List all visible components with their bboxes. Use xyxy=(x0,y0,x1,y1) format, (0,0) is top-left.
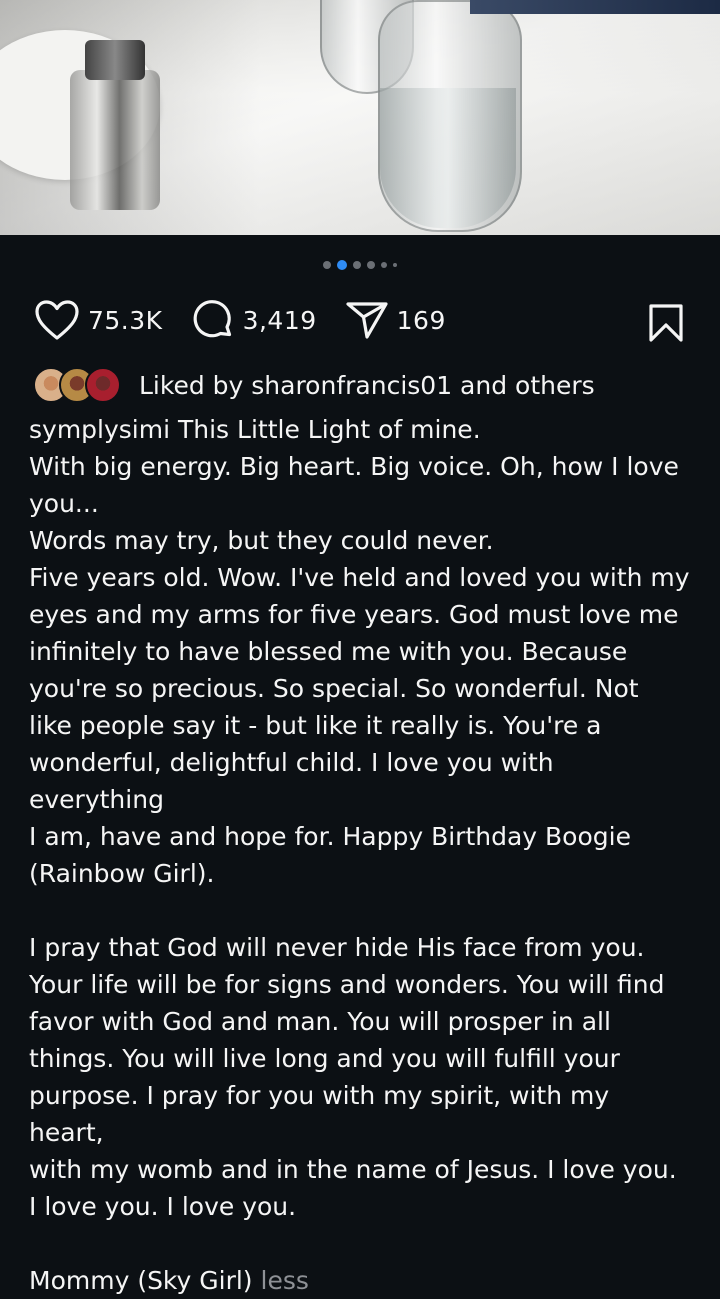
carousel-dot xyxy=(367,261,375,269)
like-count[interactable]: 75.3K xyxy=(88,306,163,335)
comment-count[interactable]: 3,419 xyxy=(243,306,317,335)
action-bar: 75.3K 3,419 169 xyxy=(0,295,720,345)
post-caption: symplysimi This Little Light of mine. Wi… xyxy=(0,403,720,1299)
comment-icon xyxy=(193,300,231,338)
avatar xyxy=(85,367,121,403)
liker-avatars xyxy=(33,367,121,403)
caption-line: I am, have and hope for. Happy Birthday … xyxy=(29,822,631,851)
carousel-dot xyxy=(381,262,387,268)
caption-line: (Rainbow Girl). xyxy=(29,859,215,888)
caption-line: you're so precious. So special. So wonde… xyxy=(29,674,639,703)
caption-line: favor with God and man. You will prosper… xyxy=(29,1007,611,1036)
bookmark-icon xyxy=(649,304,683,342)
share-count[interactable]: 169 xyxy=(397,306,446,335)
share-button[interactable]: 169 xyxy=(345,300,446,340)
photo-grinder-top xyxy=(85,40,145,80)
heart-icon xyxy=(35,300,79,340)
caption-line: wonderful, delightful child. I love you … xyxy=(29,748,554,814)
caption-line: Your life will be for signs and wonders.… xyxy=(29,970,665,999)
caption-signoff-line: Mommy (Sky Girl) less xyxy=(29,1262,690,1299)
carousel-dot-active xyxy=(337,260,347,270)
caption-line: symplysimi This Little Light of mine. xyxy=(29,415,481,444)
caption-line: things. You will live long and you will … xyxy=(29,1044,620,1073)
carousel-dot xyxy=(393,263,397,267)
caption-line: Five years old. Wow. I've held and loved… xyxy=(29,563,690,592)
less-link[interactable]: less xyxy=(261,1266,309,1295)
photo-top-strip xyxy=(470,0,720,14)
caption-line: With big energy. Big heart. Big voice. O… xyxy=(29,452,679,481)
like-button[interactable]: 75.3K xyxy=(34,299,163,341)
caption-line: purpose. I pray for you with my spirit, … xyxy=(29,1081,610,1147)
caption-line: like people say it - but like it really … xyxy=(29,711,602,740)
photo-water xyxy=(380,88,516,228)
photo-pepper-grinder xyxy=(70,70,160,210)
caption-line: eyes and my arms for five years. God mus… xyxy=(29,600,679,629)
liked-by-text[interactable]: Liked by sharonfrancis01 and others xyxy=(139,371,595,400)
liked-by-row[interactable]: Liked by sharonfrancis01 and others xyxy=(0,345,720,403)
caption-line: infinitely to have blessed me with you. … xyxy=(29,637,628,666)
caption-line: I love you. I love you. xyxy=(29,1192,297,1221)
caption-line: Words may try, but they could never. xyxy=(29,526,494,555)
carousel-dot xyxy=(353,261,361,269)
caption-line: I pray that God will never hide His face… xyxy=(29,933,645,962)
carousel-dot xyxy=(323,261,331,269)
caption-line: with my womb and in the name of Jesus. I… xyxy=(29,1155,677,1184)
caption-line: you... xyxy=(29,489,99,518)
post-photo[interactable] xyxy=(0,0,720,235)
comment-button[interactable]: 3,419 xyxy=(191,298,317,342)
carousel-indicator xyxy=(0,235,720,295)
save-button[interactable] xyxy=(648,303,684,347)
share-icon xyxy=(346,302,388,339)
caption-signoff: Mommy (Sky Girl) xyxy=(29,1266,253,1295)
